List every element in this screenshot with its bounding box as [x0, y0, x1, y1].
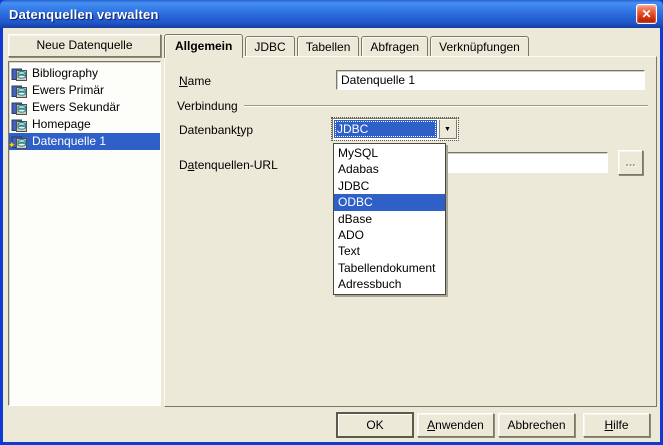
list-item-homepage[interactable]: Homepage: [9, 116, 160, 133]
ok-button[interactable]: OK: [337, 413, 413, 437]
name-input[interactable]: [336, 70, 645, 90]
close-icon[interactable]: ✕: [636, 4, 657, 24]
list-item-label: Datenquelle 1: [32, 133, 106, 150]
window-title: Datenquellen verwalten: [9, 7, 159, 22]
list-item-label: Bibliography: [32, 65, 98, 82]
option-ado[interactable]: ADO: [334, 227, 445, 243]
database-icon: [11, 66, 28, 82]
tab-page-allgemein: Name Verbindung Datenbanktyp JDBC ▼ Date…: [164, 56, 657, 407]
option-adabas[interactable]: Adabas: [334, 161, 445, 177]
help-button[interactable]: Hilfe: [583, 413, 650, 437]
dialog-body: Neue Datenquelle Bibliography Ewers Prim…: [3, 28, 660, 442]
cancel-button[interactable]: Abbrechen: [498, 413, 575, 437]
browse-button[interactable]: ...: [618, 150, 643, 175]
chevron-down-icon[interactable]: ▼: [438, 119, 457, 139]
tab-jdbc[interactable]: JDBC: [245, 36, 294, 57]
apply-button[interactable]: Anwenden: [417, 413, 494, 437]
url-label: Datenquellen-URL: [179, 158, 278, 172]
datasource-list[interactable]: Bibliography Ewers Primär Ewers Sekundär…: [8, 61, 161, 406]
tab-strip: Allgemein JDBC Tabellen Abfragen Verknüp…: [164, 33, 531, 57]
list-item-bibliography[interactable]: Bibliography: [9, 65, 160, 82]
list-item-ewers-sekundaer[interactable]: Ewers Sekundär: [9, 99, 160, 116]
option-text[interactable]: Text: [334, 243, 445, 259]
dbtype-dropdown-list[interactable]: MySQL Adabas JDBC ODBC dBase ADO Text Ta…: [333, 143, 446, 295]
verbindung-section-header: Verbindung: [173, 99, 648, 113]
list-item-datenquelle-1[interactable]: ✦ Datenquelle 1: [9, 133, 160, 150]
dbtype-combobox[interactable]: JDBC ▼: [332, 118, 458, 140]
section-divider: [244, 105, 648, 107]
list-item-label: Ewers Primär: [32, 82, 104, 99]
option-adressbuch[interactable]: Adressbuch: [334, 276, 445, 292]
option-jdbc[interactable]: JDBC: [334, 178, 445, 194]
tab-allgemein[interactable]: Allgemein: [164, 34, 243, 58]
database-icon-new: ✦: [11, 134, 28, 150]
list-item-ewers-primaer[interactable]: Ewers Primär: [9, 82, 160, 99]
manage-datasources-dialog: Datenquellen verwalten ✕ Neue Datenquell…: [0, 0, 663, 445]
option-dbase[interactable]: dBase: [334, 211, 445, 227]
new-datasource-button[interactable]: Neue Datenquelle: [8, 34, 161, 57]
database-icon: [11, 83, 28, 99]
titlebar[interactable]: Datenquellen verwalten ✕: [0, 0, 663, 28]
dbtype-label: Datenbanktyp: [179, 123, 253, 137]
list-item-label: Homepage: [32, 116, 91, 133]
option-tabellendokument[interactable]: Tabellendokument: [334, 260, 445, 276]
list-item-label: Ewers Sekundär: [32, 99, 120, 116]
tab-verknuepfungen[interactable]: Verknüpfungen: [430, 36, 529, 57]
new-badge-icon: ✦: [8, 137, 16, 154]
option-mysql[interactable]: MySQL: [334, 145, 445, 161]
name-label: Name: [179, 74, 211, 88]
database-icon: [11, 100, 28, 116]
tab-tabellen[interactable]: Tabellen: [297, 36, 360, 57]
verbindung-label: Verbindung: [173, 99, 238, 113]
database-icon: [11, 117, 28, 133]
tab-abfragen[interactable]: Abfragen: [361, 36, 428, 57]
dbtype-selected-value: JDBC: [334, 120, 437, 138]
option-odbc[interactable]: ODBC: [334, 194, 445, 210]
